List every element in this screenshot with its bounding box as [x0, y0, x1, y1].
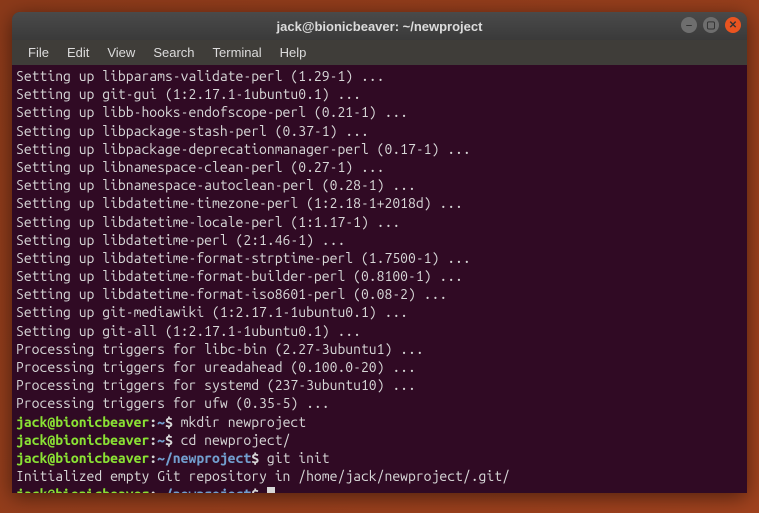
- prompt-path: ~: [157, 414, 165, 430]
- prompt-dollar: $: [165, 414, 181, 430]
- output-line: Setting up libb-hooks-endofscope-perl (0…: [16, 103, 743, 121]
- prompt-user: jack@bionicbeaver: [16, 432, 149, 448]
- prompt-user: jack@bionicbeaver: [16, 486, 149, 493]
- prompt-user: jack@bionicbeaver: [16, 450, 149, 466]
- close-button[interactable]: ✕: [725, 17, 741, 33]
- menubar: File Edit View Search Terminal Help: [12, 40, 747, 65]
- output-line: Initialized empty Git repository in /hom…: [16, 467, 743, 485]
- output-line: Setting up libnamespace-clean-perl (0.27…: [16, 158, 743, 176]
- output-line: Processing triggers for ureadahead (0.10…: [16, 358, 743, 376]
- output-line: Setting up libdatetime-format-iso8601-pe…: [16, 285, 743, 303]
- titlebar[interactable]: jack@bionicbeaver: ~/newproject ‒ ▢ ✕: [12, 12, 747, 40]
- output-line: Setting up libdatetime-perl (2:1.46-1) .…: [16, 231, 743, 249]
- command-text: mkdir newproject: [181, 414, 306, 430]
- prompt-colon: :: [149, 414, 157, 430]
- cursor: [267, 487, 275, 493]
- output-line: Processing triggers for ufw (0.35-5) ...: [16, 394, 743, 412]
- prompt-path: ~/newproject: [157, 486, 251, 493]
- output-line: Setting up git-gui (1:2.17.1-1ubuntu0.1)…: [16, 85, 743, 103]
- output-line: Setting up git-all (1:2.17.1-1ubuntu0.1)…: [16, 322, 743, 340]
- menu-terminal[interactable]: Terminal: [205, 43, 270, 62]
- output-line: Setting up libpackage-deprecationmanager…: [16, 140, 743, 158]
- minimize-button[interactable]: ‒: [681, 17, 697, 33]
- menu-search[interactable]: Search: [145, 43, 202, 62]
- window-title: jack@bionicbeaver: ~/newproject: [277, 19, 483, 34]
- prompt-colon: :: [149, 450, 157, 466]
- prompt-dollar: $: [165, 432, 181, 448]
- terminal-window: jack@bionicbeaver: ~/newproject ‒ ▢ ✕ Fi…: [12, 12, 747, 493]
- output-line: Setting up libdatetime-locale-perl (1:1.…: [16, 213, 743, 231]
- output-line: Setting up libpackage-stash-perl (0.37-1…: [16, 122, 743, 140]
- prompt-line: jack@bionicbeaver:~$ cd newproject/: [16, 431, 743, 449]
- output-line: Processing triggers for systemd (237-3ub…: [16, 376, 743, 394]
- maximize-button[interactable]: ▢: [703, 17, 719, 33]
- output-line: Setting up libparams-validate-perl (1.29…: [16, 67, 743, 85]
- output-line: Setting up libdatetime-format-builder-pe…: [16, 267, 743, 285]
- command-text: cd newproject/: [181, 432, 291, 448]
- command-text: git init: [267, 450, 330, 466]
- window-buttons: ‒ ▢ ✕: [681, 17, 741, 33]
- prompt-colon: :: [149, 432, 157, 448]
- prompt-line: jack@bionicbeaver:~/newproject$ git init: [16, 449, 743, 467]
- output-line: Setting up libnamespace-autoclean-perl (…: [16, 176, 743, 194]
- output-line: Setting up git-mediawiki (1:2.17.1-1ubun…: [16, 303, 743, 321]
- output-line: Setting up libdatetime-format-strptime-p…: [16, 249, 743, 267]
- prompt-line: jack@bionicbeaver:~$ mkdir newproject: [16, 413, 743, 431]
- prompt-colon: :: [149, 486, 157, 493]
- menu-help[interactable]: Help: [272, 43, 315, 62]
- prompt-user: jack@bionicbeaver: [16, 414, 149, 430]
- prompt-path: ~/newproject: [157, 450, 251, 466]
- prompt-line: jack@bionicbeaver:~/newproject$: [16, 485, 743, 493]
- prompt-path: ~: [157, 432, 165, 448]
- menu-edit[interactable]: Edit: [59, 43, 97, 62]
- output-line: Setting up libdatetime-timezone-perl (1:…: [16, 194, 743, 212]
- terminal-area[interactable]: Setting up libparams-validate-perl (1.29…: [12, 65, 747, 493]
- menu-file[interactable]: File: [20, 43, 57, 62]
- output-line: Processing triggers for libc-bin (2.27-3…: [16, 340, 743, 358]
- prompt-dollar: $: [251, 450, 267, 466]
- menu-view[interactable]: View: [99, 43, 143, 62]
- prompt-dollar: $: [251, 486, 267, 493]
